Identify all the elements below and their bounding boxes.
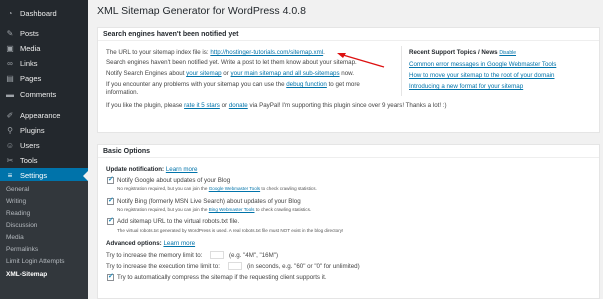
- sidebar-item-media[interactable]: ▣ Media: [0, 41, 88, 56]
- submenu-item-permalinks[interactable]: Permalinks: [6, 246, 38, 253]
- basic-options-box: Basic Options Update notification: Learn…: [97, 144, 600, 299]
- submenu-item-writing[interactable]: Writing: [6, 198, 26, 205]
- donate-link[interactable]: donate: [229, 102, 248, 109]
- check-icon: ✓: [108, 217, 114, 224]
- status-heading: Search engines haven't been notified yet: [98, 28, 599, 41]
- current-menu-arrow: [83, 171, 88, 181]
- notify-line: Notify Search Engines about your sitemap…: [106, 70, 355, 77]
- sidebar-item-label: Appearance: [20, 111, 61, 120]
- advanced-options-line: Advanced options: Learn more: [106, 240, 196, 247]
- notify-sitemap-link[interactable]: your sitemap: [186, 70, 221, 77]
- not-notified-line: Search engines haven't been notified yet…: [106, 59, 357, 66]
- submenu-item-limit-login-attempts[interactable]: Limit Login Attempts: [6, 258, 65, 265]
- check-icon: ✓: [108, 273, 114, 280]
- sidebar-item-tools[interactable]: ✂ Tools: [0, 153, 88, 168]
- sidebar-item-label: Media: [20, 44, 41, 53]
- sidebar-item-users[interactable]: ☺ Users: [0, 138, 88, 153]
- robots-label: Add sitemap URL to the virtual robots.tx…: [117, 218, 240, 225]
- sidebar-item-label: Users: [20, 141, 40, 150]
- sidebar-item-label: Plugins: [20, 126, 45, 135]
- sidebar-item-label: Links: [20, 59, 38, 68]
- google-note: No registration required, but you can jo…: [117, 186, 317, 191]
- sidebar-item-appearance[interactable]: ✐ Appearance: [0, 108, 88, 123]
- rate-line: If you like the plugin, please rate it 5…: [106, 102, 447, 109]
- check-icon: ✓: [108, 197, 114, 204]
- settings-submenu: General Writing Reading Discussion Media Perm…: [0, 181, 88, 299]
- sitemap-url-line: The URL to your sitemap index file is: h…: [106, 49, 325, 56]
- submenu-item-media[interactable]: Media: [6, 234, 24, 241]
- pin-icon: ✎: [6, 29, 14, 38]
- robots-checkbox[interactable]: ✓: [107, 217, 114, 225]
- support-link-3[interactable]: Introducing a new format for your sitema…: [409, 83, 523, 90]
- advanced-learn-more-link[interactable]: Learn more: [163, 240, 195, 247]
- page-title: XML Sitemap Generator for WordPress 4.0.…: [97, 5, 306, 17]
- support-link-1[interactable]: Common error messages in Google Webmaste…: [409, 61, 556, 68]
- exec-time-hint: (in seconds, e.g. "60" or "0" for unlimi…: [247, 263, 360, 270]
- exec-time-input[interactable]: [228, 262, 242, 270]
- comments-icon: ▬: [6, 90, 14, 99]
- google-webmaster-link[interactable]: Google Webmaster Tools: [209, 186, 260, 191]
- rate-link[interactable]: rate it 5 stars: [184, 102, 220, 109]
- basic-options-heading: Basic Options: [98, 145, 599, 158]
- notify-bing-label: Notify Bing (formerly MSN Live Search) a…: [117, 198, 301, 205]
- notify-google-label: Notify Google about updates of your Blog: [117, 177, 231, 184]
- users-icon: ☺: [5, 141, 15, 150]
- sidebar-item-label: Pages: [20, 74, 42, 83]
- sidebar-item-comments[interactable]: ▬ Comments: [0, 87, 88, 102]
- sidebar-item-label: Comments: [20, 90, 57, 99]
- brush-icon: ✐: [6, 111, 14, 120]
- sidebar-item-dashboard[interactable]: ◔ Dashboard: [0, 6, 88, 21]
- notify-all-sitemaps-link[interactable]: your main sitemap and all sub-sitemaps: [231, 70, 340, 77]
- notify-google-checkbox[interactable]: ✓: [107, 176, 114, 184]
- sitemap-url-link[interactable]: http://hostinger-tutorials.com/sitemap.x…: [210, 49, 323, 56]
- notify-bing-checkbox[interactable]: ✓: [107, 197, 114, 205]
- pages-icon: ▤: [6, 74, 14, 83]
- submenu-item-xml-sitemap[interactable]: XML-Sitemap: [6, 271, 47, 278]
- sidebar-item-posts[interactable]: ✎ Posts: [0, 26, 88, 41]
- compress-label: Try to automatically compress the sitema…: [117, 274, 327, 281]
- dashboard-icon: ◔: [7, 9, 13, 18]
- disable-news-link[interactable]: Disable: [499, 50, 516, 56]
- sidebar-item-pages[interactable]: ▤ Pages: [0, 71, 88, 86]
- plug-icon: ⚲: [7, 126, 13, 135]
- robots-note: The virtual robots.txt generated by Word…: [117, 228, 344, 233]
- link-icon: ∞: [7, 59, 13, 68]
- bing-note: No registration required, but you can jo…: [117, 207, 312, 212]
- submenu-item-general[interactable]: General: [6, 186, 29, 193]
- sidebar-item-plugins[interactable]: ⚲ Plugins: [0, 123, 88, 138]
- debug-line-cont: information.: [106, 89, 139, 96]
- check-icon: ✓: [108, 176, 114, 183]
- memory-limit-hint: (e.g. "4M", "16M"): [229, 252, 279, 259]
- wrench-icon: ✂: [6, 156, 14, 165]
- sidebar-item-label: Tools: [20, 156, 38, 165]
- submenu-item-reading[interactable]: Reading: [6, 210, 30, 217]
- support-header: Recent Support Topics / News Disable: [409, 49, 517, 56]
- media-icon: ▣: [6, 44, 14, 53]
- sidebar-item-links[interactable]: ∞ Links: [0, 56, 88, 71]
- submenu-item-discussion[interactable]: Discussion: [6, 222, 37, 229]
- bing-webmaster-link[interactable]: Bing Webmaster Tools: [209, 207, 255, 212]
- debug-function-link[interactable]: debug function: [286, 81, 327, 88]
- sidebar-item-label: Posts: [20, 29, 39, 38]
- debug-line: If you encounter any problems with your …: [106, 81, 360, 88]
- support-link-2[interactable]: How to move your sitemap to the root of …: [409, 72, 554, 79]
- memory-limit-input[interactable]: [210, 251, 224, 259]
- sidebar-item-label: Dashboard: [20, 9, 57, 18]
- update-learn-more-link[interactable]: Learn more: [166, 166, 198, 173]
- status-box: Search engines haven't been notified yet…: [97, 27, 600, 133]
- sidebar-item-label: Settings: [20, 171, 48, 180]
- update-notification-line: Update notification: Learn more: [106, 166, 198, 173]
- exec-time-label: Try to increase the execution time limit…: [106, 263, 220, 270]
- memory-limit-label: Try to increase the memory limit to:: [106, 252, 203, 259]
- settings-icon: ≡: [7, 171, 13, 180]
- column-divider: [401, 46, 402, 96]
- compress-checkbox[interactable]: ✓: [107, 273, 114, 281]
